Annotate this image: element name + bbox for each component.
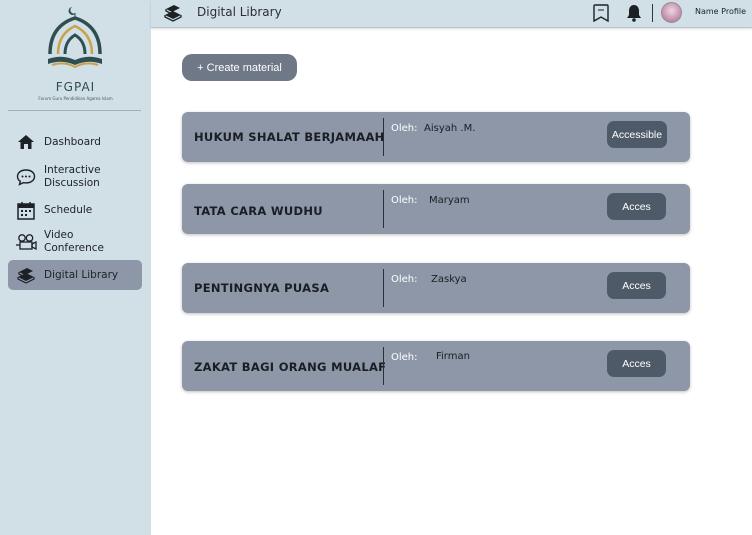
material-card: TATA CARA WUDHU Oleh: Maryam Acces [182,184,690,234]
top-bar: Digital Library Name Profile [151,0,752,28]
material-card: PENTINGNYA PUASA Oleh: Zaskya Acces [182,263,690,313]
author-name: Aisyah .M. [424,123,476,134]
card-divider [383,190,384,228]
access-button[interactable]: Acces [607,350,666,377]
brand-tagline: Forum Guru Pendidikan Agama Islam [38,96,113,101]
access-button[interactable]: Acces [607,272,666,299]
author-label: Oleh: [391,123,418,134]
author-label: Oleh: [391,352,418,363]
topbar-divider [652,4,653,22]
home-icon [8,134,44,150]
sidebar-item-schedule[interactable]: Schedule [8,195,142,225]
sidebar-item-label: Schedule [44,203,93,216]
author-name: Maryam [429,195,470,206]
book-stack-icon [8,266,44,284]
author-name: Firman [436,351,470,362]
card-divider [383,118,384,156]
access-button[interactable]: Acces [607,193,666,220]
author-name: Zaskya [431,274,467,285]
calendar-icon [8,201,44,220]
sidebar-item-interactive-discussion[interactable]: Interactive Discussion [8,162,142,192]
sidebar-item-label: Digital Library [44,268,119,281]
card-divider [383,269,384,307]
sidebar-item-dashboard[interactable]: Dashboard [8,127,142,157]
page-title: Digital Library [197,5,282,19]
chat-icon [8,168,44,186]
sidebar-item-digital-library[interactable]: Digital Library [8,260,142,290]
create-material-button[interactable]: + Create material [182,54,297,81]
sidebar-item-video-conference[interactable]: Video Conference [8,227,142,257]
bell-icon[interactable] [626,4,642,26]
material-title: PENTINGNYA PUASA [194,281,330,295]
material-title: ZAKAT BAGI ORANG MUALAF [194,360,387,374]
sidebar-divider [8,110,141,111]
sidebar-item-label: Dashboard [44,135,101,148]
sidebar-item-label: Interactive Discussion [44,164,101,189]
avatar[interactable] [661,2,682,23]
material-title: TATA CARA WUDHU [194,204,323,218]
material-card: ZAKAT BAGI ORANG MUALAF Oleh: Firman Acc… [182,341,690,391]
brand-logo: FGPAI Forum Guru Pendidikan Agama Islam [0,0,151,112]
bookmark-icon[interactable] [592,3,610,27]
book-stack-icon [163,3,183,27]
material-card: HUKUM SHALAT BERJAMAAH Oleh: Aisyah .M. … [182,112,690,162]
mosque-logo-icon [48,7,102,69]
sidebar: FGPAI Forum Guru Pendidikan Agama Islam … [0,0,151,535]
author-label: Oleh: [391,274,418,285]
brand-name: FGPAI [55,80,96,94]
sidebar-item-label: Video Conference [44,229,105,254]
material-title: HUKUM SHALAT BERJAMAAH [194,130,385,144]
video-icon [8,233,44,251]
author-label: Oleh: [391,195,418,206]
access-button[interactable]: Accessible [607,121,667,148]
card-divider [383,347,384,385]
profile-name[interactable]: Name Profile [695,7,746,16]
